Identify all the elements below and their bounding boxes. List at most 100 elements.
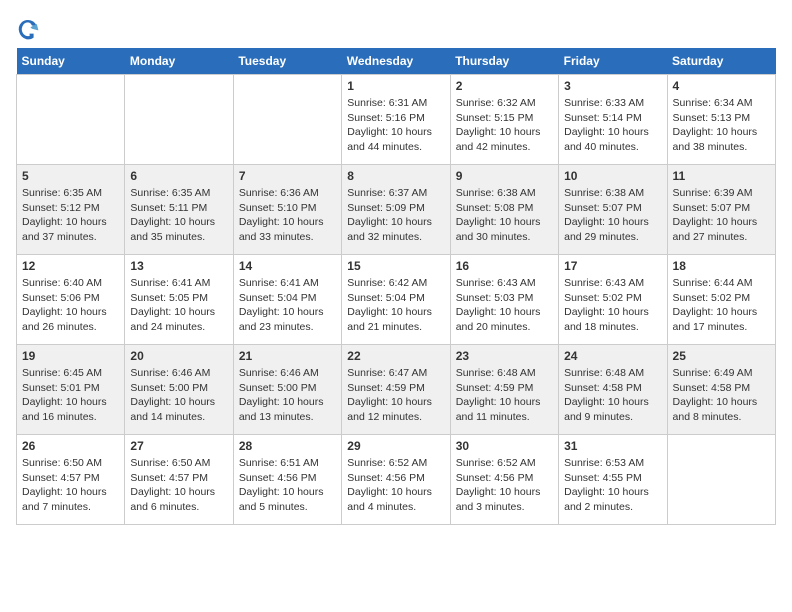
- header-cell-wednesday: Wednesday: [342, 48, 450, 75]
- day-number: 19: [22, 349, 119, 363]
- day-cell: 27Sunrise: 6:50 AM Sunset: 4:57 PM Dayli…: [125, 435, 233, 525]
- day-number: 6: [130, 169, 227, 183]
- day-cell: 9 Sunrise: 6:38 AM Sunset: 5:08 PM Daylig…: [450, 165, 558, 255]
- day-info: Sunrise: 6:36 AM Sunset: 5:10 PM Dayligh…: [239, 186, 336, 245]
- day-number: 5: [22, 169, 119, 183]
- day-number: 20: [130, 349, 227, 363]
- week-row-4: 19 Sunrise: 6:45 AM Sunset: 5:01 PM Dayli…: [17, 345, 776, 435]
- day-info: Sunrise: 6:40 AM Sunset: 5:06 PM Dayligh…: [22, 276, 119, 335]
- calendar-table: SundayMondayTuesdayWednesdayThursdayFrid…: [16, 48, 776, 525]
- header: [16, 16, 776, 40]
- day-info: Sunrise: 6:34 AM Sunset: 5:13 PM Dayligh…: [673, 96, 770, 155]
- day-cell: 25 Sunrise: 6:49 AM Sunset: 4:58 PM Dayli…: [667, 345, 775, 435]
- day-number: 21: [239, 349, 336, 363]
- day-number: 29: [347, 439, 444, 453]
- day-info: Sunrise: 6:33 AM Sunset: 5:14 PM Dayligh…: [564, 96, 661, 155]
- day-cell: 28Sunrise: 6:51 AM Sunset: 4:56 PM Dayli…: [233, 435, 341, 525]
- day-cell: 17 Sunrise: 6:43 AM Sunset: 5:02 PM Dayli…: [559, 255, 667, 345]
- day-info: Sunrise: 6:38 AM Sunset: 5:08 PM Dayligh…: [456, 186, 553, 245]
- day-info: Sunrise: 6:35 AM Sunset: 5:11 PM Dayligh…: [130, 186, 227, 245]
- day-number: 9: [456, 169, 553, 183]
- day-number: 25: [673, 349, 770, 363]
- day-cell: [125, 75, 233, 165]
- header-cell-tuesday: Tuesday: [233, 48, 341, 75]
- day-info: Sunrise: 6:44 AM Sunset: 5:02 PM Dayligh…: [673, 276, 770, 335]
- day-cell: 19 Sunrise: 6:45 AM Sunset: 5:01 PM Dayli…: [17, 345, 125, 435]
- day-info: Sunrise: 6:41 AM Sunset: 5:05 PM Dayligh…: [130, 276, 227, 335]
- day-info: Sunrise: 6:43 AM Sunset: 5:02 PM Dayligh…: [564, 276, 661, 335]
- day-info: Sunrise: 6:45 AM Sunset: 5:01 PM Dayligh…: [22, 366, 119, 425]
- day-info: Sunrise: 6:51 AM Sunset: 4:56 PM Dayligh…: [239, 456, 336, 515]
- header-cell-saturday: Saturday: [667, 48, 775, 75]
- day-info: Sunrise: 6:47 AM Sunset: 4:59 PM Dayligh…: [347, 366, 444, 425]
- day-number: 24: [564, 349, 661, 363]
- day-number: 15: [347, 259, 444, 273]
- day-cell: 15 Sunrise: 6:42 AM Sunset: 5:04 PM Dayli…: [342, 255, 450, 345]
- day-info: Sunrise: 6:46 AM Sunset: 5:00 PM Dayligh…: [239, 366, 336, 425]
- day-cell: 8 Sunrise: 6:37 AM Sunset: 5:09 PM Daylig…: [342, 165, 450, 255]
- day-info: Sunrise: 6:49 AM Sunset: 4:58 PM Dayligh…: [673, 366, 770, 425]
- day-cell: 31Sunrise: 6:53 AM Sunset: 4:55 PM Dayli…: [559, 435, 667, 525]
- day-info: Sunrise: 6:32 AM Sunset: 5:15 PM Dayligh…: [456, 96, 553, 155]
- calendar-header: SundayMondayTuesdayWednesdayThursdayFrid…: [17, 48, 776, 75]
- day-number: 23: [456, 349, 553, 363]
- day-cell: 3Sunrise: 6:33 AM Sunset: 5:14 PM Daylig…: [559, 75, 667, 165]
- day-cell: 26 Sunrise: 6:50 AM Sunset: 4:57 PM Dayli…: [17, 435, 125, 525]
- day-number: 13: [130, 259, 227, 273]
- day-cell: [17, 75, 125, 165]
- day-number: 1: [347, 79, 444, 93]
- day-number: 8: [347, 169, 444, 183]
- week-row-5: 26 Sunrise: 6:50 AM Sunset: 4:57 PM Dayli…: [17, 435, 776, 525]
- day-info: Sunrise: 6:41 AM Sunset: 5:04 PM Dayligh…: [239, 276, 336, 335]
- day-cell: 2Sunrise: 6:32 AM Sunset: 5:15 PM Daylig…: [450, 75, 558, 165]
- logo: [16, 16, 44, 40]
- day-number: 26: [22, 439, 119, 453]
- day-info: Sunrise: 6:46 AM Sunset: 5:00 PM Dayligh…: [130, 366, 227, 425]
- logo-icon: [16, 16, 40, 40]
- day-cell: 22Sunrise: 6:47 AM Sunset: 4:59 PM Dayli…: [342, 345, 450, 435]
- day-info: Sunrise: 6:50 AM Sunset: 4:57 PM Dayligh…: [22, 456, 119, 515]
- day-number: 11: [673, 169, 770, 183]
- week-row-1: 1 Sunrise: 6:31 AM Sunset: 5:16 PM Daylig…: [17, 75, 776, 165]
- day-cell: 18 Sunrise: 6:44 AM Sunset: 5:02 PM Dayli…: [667, 255, 775, 345]
- header-cell-sunday: Sunday: [17, 48, 125, 75]
- header-cell-monday: Monday: [125, 48, 233, 75]
- day-number: 17: [564, 259, 661, 273]
- day-cell: [667, 435, 775, 525]
- day-info: Sunrise: 6:48 AM Sunset: 4:58 PM Dayligh…: [564, 366, 661, 425]
- day-number: 18: [673, 259, 770, 273]
- day-cell: 20 Sunrise: 6:46 AM Sunset: 5:00 PM Dayli…: [125, 345, 233, 435]
- day-number: 30: [456, 439, 553, 453]
- week-row-2: 5 Sunrise: 6:35 AM Sunset: 5:12 PM Daylig…: [17, 165, 776, 255]
- day-info: Sunrise: 6:53 AM Sunset: 4:55 PM Dayligh…: [564, 456, 661, 515]
- header-cell-thursday: Thursday: [450, 48, 558, 75]
- day-info: Sunrise: 6:35 AM Sunset: 5:12 PM Dayligh…: [22, 186, 119, 245]
- day-cell: 29Sunrise: 6:52 AM Sunset: 4:56 PM Dayli…: [342, 435, 450, 525]
- day-cell: 16 Sunrise: 6:43 AM Sunset: 5:03 PM Dayli…: [450, 255, 558, 345]
- day-cell: 7 Sunrise: 6:36 AM Sunset: 5:10 PM Daylig…: [233, 165, 341, 255]
- day-info: Sunrise: 6:37 AM Sunset: 5:09 PM Dayligh…: [347, 186, 444, 245]
- week-row-3: 12Sunrise: 6:40 AM Sunset: 5:06 PM Dayli…: [17, 255, 776, 345]
- day-cell: 30 Sunrise: 6:52 AM Sunset: 4:56 PM Dayli…: [450, 435, 558, 525]
- day-cell: 10 Sunrise: 6:38 AM Sunset: 5:07 PM Dayli…: [559, 165, 667, 255]
- day-info: Sunrise: 6:31 AM Sunset: 5:16 PM Dayligh…: [347, 96, 444, 155]
- day-number: 10: [564, 169, 661, 183]
- day-cell: 13 Sunrise: 6:41 AM Sunset: 5:05 PM Dayli…: [125, 255, 233, 345]
- day-cell: 11 Sunrise: 6:39 AM Sunset: 5:07 PM Dayli…: [667, 165, 775, 255]
- day-number: 4: [673, 79, 770, 93]
- day-info: Sunrise: 6:42 AM Sunset: 5:04 PM Dayligh…: [347, 276, 444, 335]
- day-cell: 23 Sunrise: 6:48 AM Sunset: 4:59 PM Dayli…: [450, 345, 558, 435]
- day-number: 7: [239, 169, 336, 183]
- day-cell: [233, 75, 341, 165]
- day-info: Sunrise: 6:50 AM Sunset: 4:57 PM Dayligh…: [130, 456, 227, 515]
- day-cell: 4 Sunrise: 6:34 AM Sunset: 5:13 PM Daylig…: [667, 75, 775, 165]
- day-info: Sunrise: 6:43 AM Sunset: 5:03 PM Dayligh…: [456, 276, 553, 335]
- day-number: 16: [456, 259, 553, 273]
- header-cell-friday: Friday: [559, 48, 667, 75]
- day-info: Sunrise: 6:48 AM Sunset: 4:59 PM Dayligh…: [456, 366, 553, 425]
- day-cell: 1 Sunrise: 6:31 AM Sunset: 5:16 PM Daylig…: [342, 75, 450, 165]
- day-info: Sunrise: 6:38 AM Sunset: 5:07 PM Dayligh…: [564, 186, 661, 245]
- day-info: Sunrise: 6:39 AM Sunset: 5:07 PM Dayligh…: [673, 186, 770, 245]
- day-cell: 21 Sunrise: 6:46 AM Sunset: 5:00 PM Dayli…: [233, 345, 341, 435]
- day-info: Sunrise: 6:52 AM Sunset: 4:56 PM Dayligh…: [456, 456, 553, 515]
